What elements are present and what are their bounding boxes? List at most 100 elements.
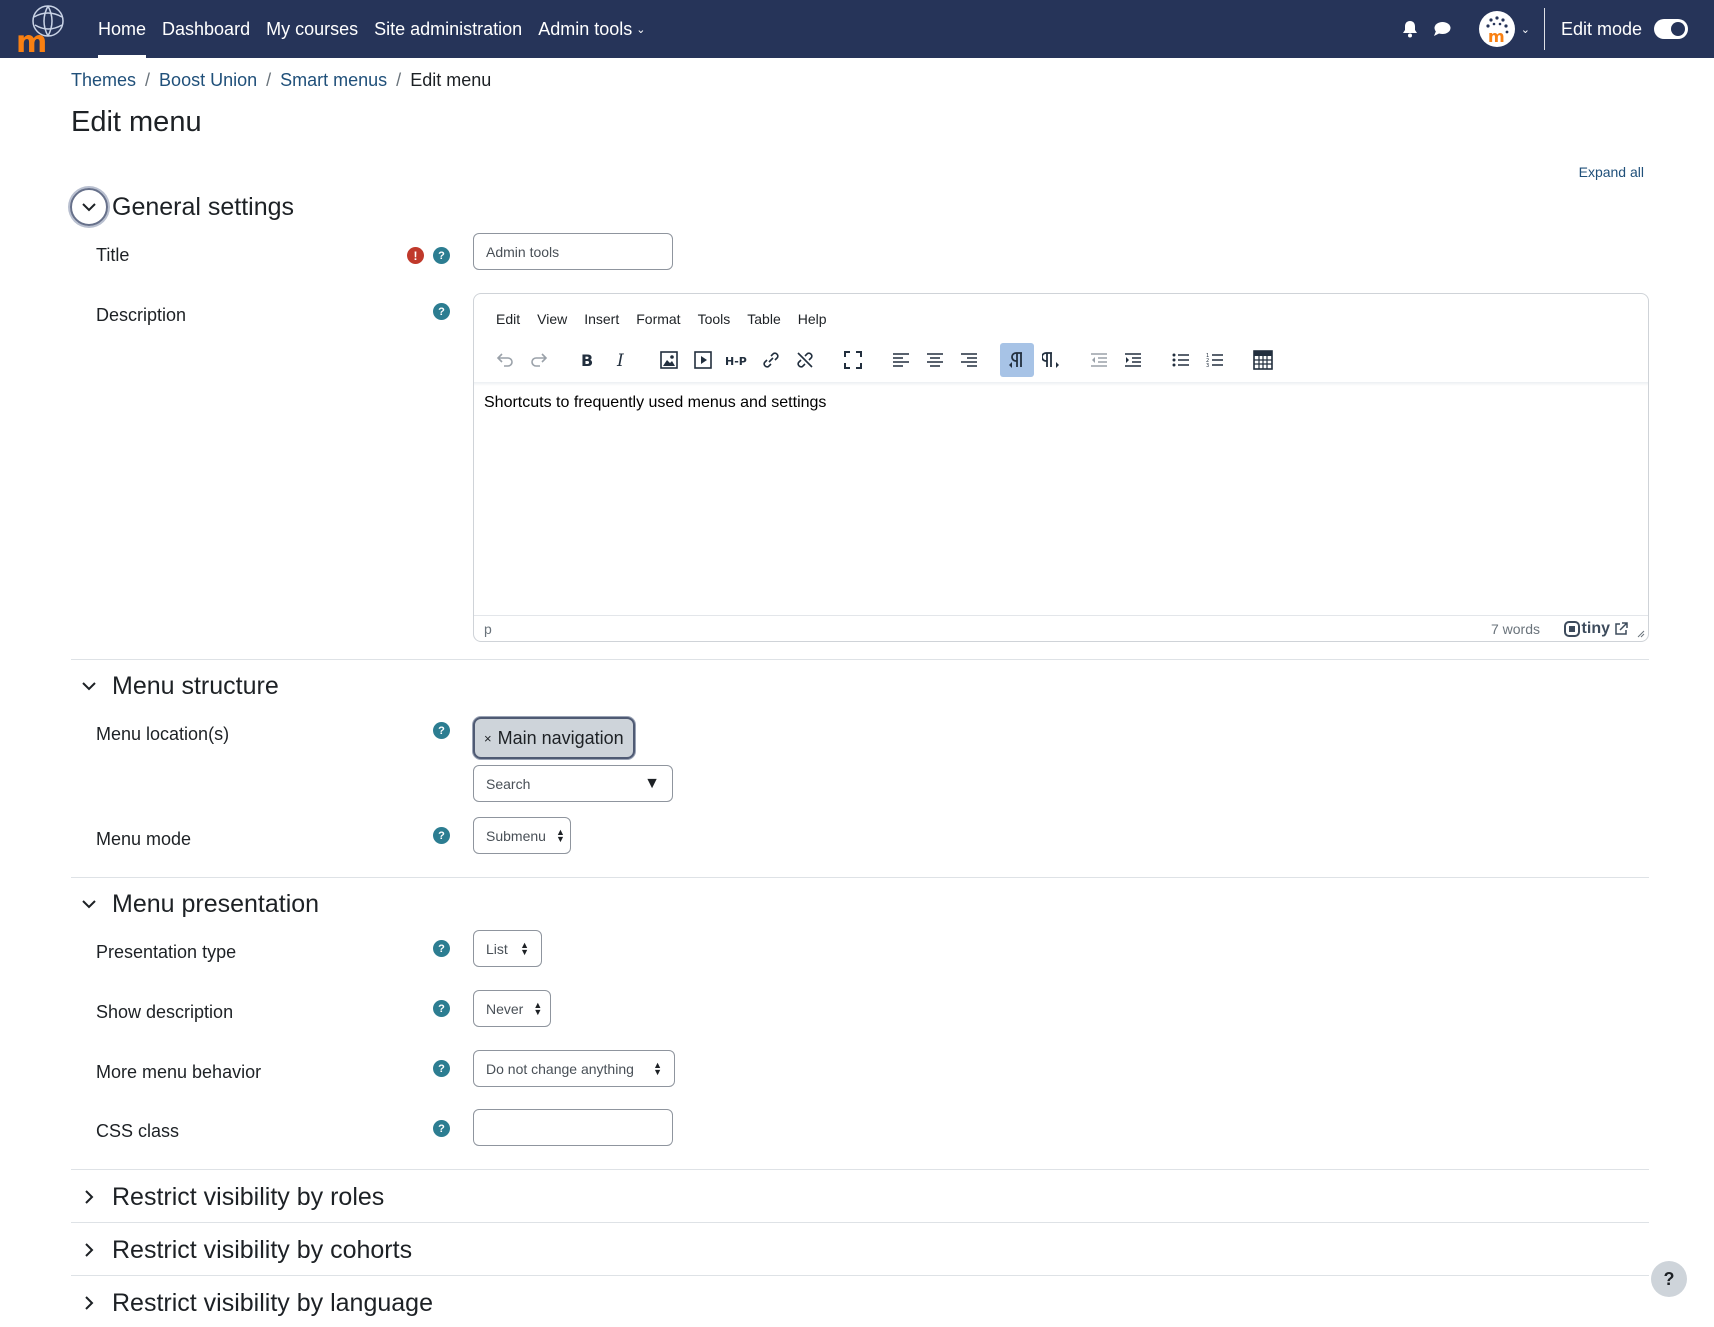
chevron-down-icon <box>82 203 96 212</box>
breadcrumb-current: Edit menu <box>410 70 492 90</box>
select-arrows-icon: ▲ ▼ <box>520 939 529 957</box>
nav-home[interactable]: Home <box>98 0 147 58</box>
expand-toggle-roles[interactable] <box>70 1178 108 1216</box>
more-menu-select[interactable]: Do not change anything ▲ ▼ <box>473 1050 675 1087</box>
breadcrumb-smart-menus[interactable]: Smart menus <box>280 70 387 91</box>
editor-menu-format[interactable]: Format <box>636 311 680 327</box>
rtl-direction-icon[interactable] <box>1034 343 1068 377</box>
title-input[interactable]: Admin tools <box>473 233 673 270</box>
undo-icon[interactable] <box>488 343 522 377</box>
select-arrows-icon: ▲ ▼ <box>533 999 543 1017</box>
media-icon[interactable] <box>686 343 720 377</box>
moodle-logo[interactable]: m <box>14 3 70 60</box>
ltr-direction-icon[interactable] <box>1000 343 1034 377</box>
word-count[interactable]: 7 words <box>1491 621 1540 637</box>
help-icon[interactable]: ? <box>433 1060 450 1077</box>
menu-mode-label: Menu mode <box>96 829 192 849</box>
location-search-input[interactable]: Search ▼ <box>473 765 673 802</box>
dropdown-arrow-icon[interactable]: ▼ <box>644 775 660 793</box>
selected-location-tag[interactable]: × Main navigation <box>473 717 635 759</box>
help-icon[interactable]: ? <box>433 722 450 739</box>
align-left-icon[interactable] <box>884 343 918 377</box>
help-icon[interactable]: ? <box>433 1000 450 1017</box>
svg-text:m: m <box>16 25 47 55</box>
expand-toggle-cohorts[interactable] <box>70 1231 108 1269</box>
css-class-input[interactable] <box>473 1109 673 1146</box>
help-icon[interactable]: ? <box>433 1120 450 1137</box>
chevron-down-icon: ⌄ <box>636 23 646 36</box>
section-menu-structure: Menu structure <box>70 667 279 705</box>
remove-tag-icon[interactable]: × <box>484 731 492 746</box>
section-restrict-roles: Restrict visibility by roles <box>70 1178 384 1216</box>
nav-admin-tools[interactable]: Admin tools ⌄ <box>538 0 645 58</box>
h5p-icon[interactable]: H-P <box>720 343 754 377</box>
editor-menu-help[interactable]: Help <box>798 311 827 327</box>
presentation-type-select[interactable]: List ▲ ▼ <box>473 930 542 967</box>
collapse-toggle-structure[interactable] <box>70 667 108 705</box>
editor-text: Shortcuts to frequently used menus and s… <box>484 394 827 411</box>
show-description-label: Show description <box>96 1002 234 1022</box>
fullscreen-icon[interactable] <box>836 343 870 377</box>
editor-menu-view[interactable]: View <box>537 311 567 327</box>
help-icon[interactable]: ? <box>433 940 450 957</box>
help-icon[interactable]: ? <box>433 247 450 264</box>
chevron-down-icon[interactable]: ⌄ <box>1521 23 1530 36</box>
align-center-icon[interactable] <box>918 343 952 377</box>
indent-icon[interactable] <box>1116 343 1150 377</box>
search-placeholder: Search <box>486 775 531 792</box>
bold-icon[interactable]: B <box>570 343 604 377</box>
nav-my-courses-label: My courses <box>266 18 359 39</box>
edit-mode-toggle[interactable] <box>1654 19 1688 39</box>
editor-menu-insert[interactable]: Insert <box>584 311 619 327</box>
image-icon[interactable] <box>652 343 686 377</box>
bell-icon[interactable] <box>1399 18 1421 40</box>
svg-text:H-P: H-P <box>725 355 747 367</box>
collapse-toggle-presentation[interactable] <box>70 885 108 923</box>
tiny-brand-text: tiny <box>1581 619 1610 637</box>
section-divider <box>71 1169 1649 1170</box>
resize-handle-icon[interactable] <box>1636 629 1645 638</box>
presentation-type-label: Presentation type <box>96 942 237 962</box>
editor-menu-edit[interactable]: Edit <box>496 311 520 327</box>
tiny-logo-icon <box>1563 620 1580 637</box>
breadcrumb-themes[interactable]: Themes <box>71 70 136 91</box>
editor-content-area[interactable]: Shortcuts to frequently used menus and s… <box>484 394 826 412</box>
section-divider <box>71 659 1649 660</box>
expand-all-link[interactable]: Expand all <box>1579 164 1644 180</box>
element-path[interactable]: p <box>484 621 492 637</box>
help-icon[interactable]: ? <box>433 827 450 844</box>
tiny-brand-link[interactable]: tiny <box>1563 619 1628 638</box>
numbered-list-icon[interactable]: 123 <box>1198 343 1232 377</box>
toolbar-shadow <box>474 382 1648 386</box>
section-title: Restrict visibility by language <box>112 1288 433 1317</box>
outdent-icon[interactable] <box>1082 343 1116 377</box>
chevron-down-icon <box>82 900 96 909</box>
show-description-select[interactable]: Never ▲ ▼ <box>473 990 551 1027</box>
help-icon[interactable]: ? <box>433 303 450 320</box>
title-label: Title <box>96 245 130 265</box>
link-icon[interactable] <box>754 343 788 377</box>
chat-bubble-icon[interactable] <box>1431 18 1453 40</box>
align-right-icon[interactable] <box>952 343 986 377</box>
user-avatar[interactable]: m <box>1478 11 1515 47</box>
nav-site-administration[interactable]: Site administration <box>374 0 522 58</box>
collapse-toggle-general[interactable] <box>70 188 108 226</box>
chevron-down-icon <box>82 682 96 691</box>
menu-mode-select[interactable]: Submenu ▲ ▼ <box>473 817 571 854</box>
bullet-list-icon[interactable] <box>1164 343 1198 377</box>
breadcrumb-boost-union[interactable]: Boost Union <box>159 70 257 91</box>
editor-statusbar: p 7 words tiny <box>474 615 1648 641</box>
redo-icon[interactable] <box>522 343 556 377</box>
unlink-icon[interactable] <box>788 343 822 377</box>
italic-icon[interactable]: I <box>604 343 638 377</box>
chevron-right-icon <box>85 1296 94 1310</box>
nav-dashboard[interactable]: Dashboard <box>162 0 250 58</box>
svg-text:m: m <box>1488 27 1505 46</box>
calculator-icon[interactable] <box>1246 343 1280 377</box>
select-arrows-icon: ▲ ▼ <box>653 1059 662 1077</box>
help-button[interactable]: ? <box>1651 1261 1687 1297</box>
nav-my-courses[interactable]: My courses <box>266 0 358 58</box>
expand-toggle-language[interactable] <box>70 1284 108 1322</box>
editor-menu-tools[interactable]: Tools <box>698 311 731 327</box>
editor-menu-table[interactable]: Table <box>747 311 780 327</box>
